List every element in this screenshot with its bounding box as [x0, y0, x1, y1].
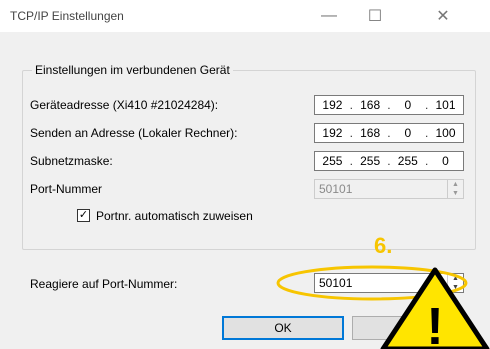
ok-label: OK [274, 321, 292, 335]
warning-mark: ! [426, 298, 443, 349]
warning-triangle-icon: ! [380, 267, 490, 349]
ok-button[interactable]: OK [222, 316, 344, 340]
